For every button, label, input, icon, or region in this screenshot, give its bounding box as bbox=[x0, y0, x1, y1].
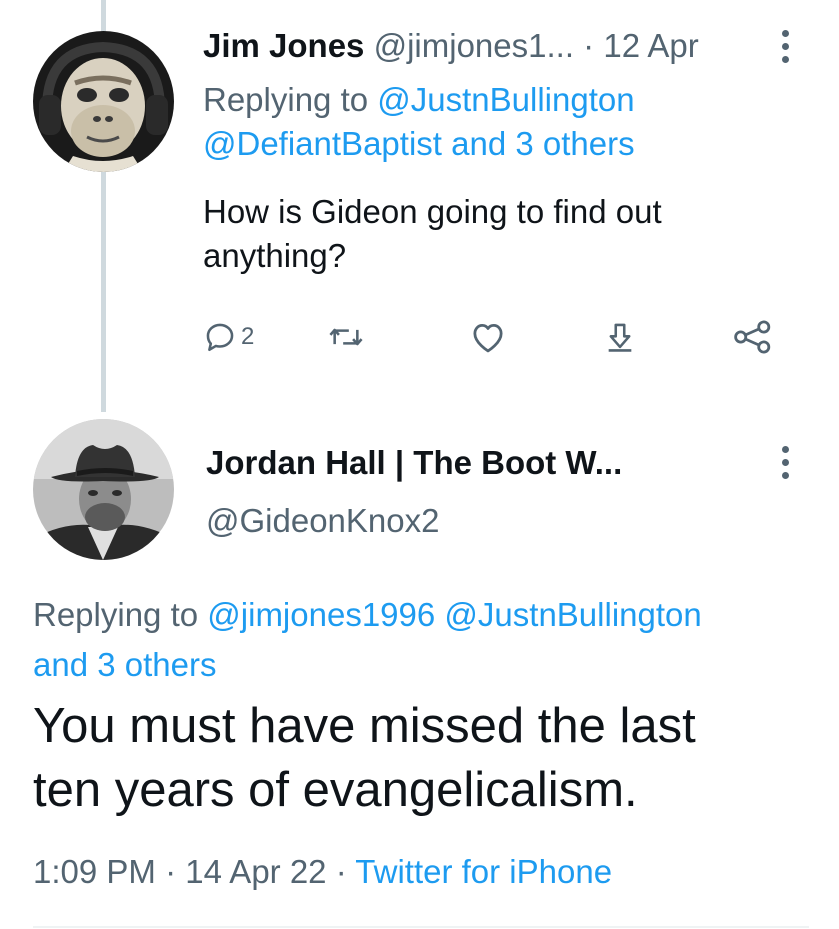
share-button[interactable] bbox=[733, 313, 773, 361]
tweet1-replying-prefix: Replying to bbox=[203, 81, 369, 118]
reply-button[interactable]: 2 bbox=[203, 313, 254, 361]
tweet2-separator-2: · bbox=[335, 853, 347, 890]
reply-count: 2 bbox=[241, 323, 255, 350]
chimp-avatar-icon bbox=[33, 31, 174, 172]
more-dot-icon bbox=[781, 56, 789, 63]
tweet1-date[interactable]: 12 Apr bbox=[603, 27, 698, 64]
more-dot-icon bbox=[781, 43, 789, 50]
tweet1-author-handle[interactable]: @jimjones1... bbox=[374, 27, 574, 64]
avatar-jim-jones[interactable] bbox=[33, 31, 174, 172]
more-dot-icon bbox=[781, 459, 789, 466]
tweet2-time[interactable]: 1:09 PM bbox=[33, 853, 156, 890]
tweet1-body-line2: anything? bbox=[203, 237, 347, 274]
tweet2-replying-to: Replying to @jimjones1996 @JustnBullingt… bbox=[33, 590, 823, 690]
more-dot-icon bbox=[781, 30, 789, 37]
tweet2-separator-1: · bbox=[165, 853, 177, 890]
avatar-jordan-hall[interactable] bbox=[33, 419, 174, 560]
tweet2-replying-and: and bbox=[33, 646, 89, 683]
more-dot-icon bbox=[781, 472, 789, 479]
tweet2-date[interactable]: 14 Apr 22 bbox=[185, 853, 326, 890]
tweet1-more-options-button[interactable] bbox=[780, 30, 790, 63]
tweet2-meta: 1:09 PM · 14 Apr 22 · Twitter for iPhone bbox=[33, 850, 612, 894]
tweet1-mention-defiantbaptist[interactable]: @DefiantBaptist bbox=[203, 125, 442, 162]
download-button[interactable] bbox=[603, 313, 637, 361]
tweet2-body: You must have missed the last ten years … bbox=[33, 694, 823, 822]
tweet2-author-handle[interactable]: @GideonKnox2 bbox=[206, 499, 439, 543]
download-icon bbox=[608, 323, 632, 352]
reply-icon bbox=[206, 323, 234, 352]
heart-icon bbox=[473, 324, 503, 353]
tweet2-mention-justnbullington[interactable]: @JustnBullington bbox=[444, 596, 701, 633]
more-dot-icon bbox=[781, 446, 789, 453]
tweet1-body-line1: How is Gideon going to find out bbox=[203, 193, 662, 230]
retweet-icon bbox=[329, 328, 363, 346]
tweet2-more-options-button[interactable] bbox=[780, 446, 790, 479]
tweet2-author-name[interactable]: Jordan Hall | The Boot W... bbox=[206, 441, 622, 485]
tweet1-body: How is Gideon going to find out anything… bbox=[203, 190, 803, 278]
like-button[interactable] bbox=[469, 313, 507, 361]
tweet2-source[interactable]: Twitter for iPhone bbox=[355, 853, 612, 890]
tweet1-separator: · bbox=[583, 27, 595, 64]
tweet1-action-bar: 2 bbox=[203, 313, 803, 363]
tweet1-header: Jim Jones @jimjones1... · 12 Apr bbox=[203, 24, 803, 68]
tweet1-replying-others[interactable]: 3 others bbox=[515, 125, 634, 162]
divider bbox=[33, 926, 809, 928]
cowboy-avatar-icon bbox=[33, 419, 174, 560]
tweet1-author-name[interactable]: Jim Jones bbox=[203, 27, 364, 64]
tweet1-replying-to: Replying to @JustnBullington @DefiantBap… bbox=[203, 78, 803, 166]
tweet1-replying-and: and bbox=[451, 125, 507, 162]
retweet-button[interactable] bbox=[327, 313, 365, 361]
tweet2-body-line1: You must have missed the last bbox=[33, 699, 696, 753]
share-icon bbox=[734, 320, 771, 354]
tweet2-replying-others[interactable]: 3 others bbox=[97, 646, 216, 683]
tweet1-mention-justnbullington[interactable]: @JustnBullington bbox=[377, 81, 634, 118]
tweet2-mention-jimjones1996[interactable]: @jimjones1996 bbox=[207, 596, 435, 633]
tweet2-body-line2: ten years of evangelicalism. bbox=[33, 763, 638, 817]
tweet2-replying-prefix: Replying to bbox=[33, 596, 199, 633]
